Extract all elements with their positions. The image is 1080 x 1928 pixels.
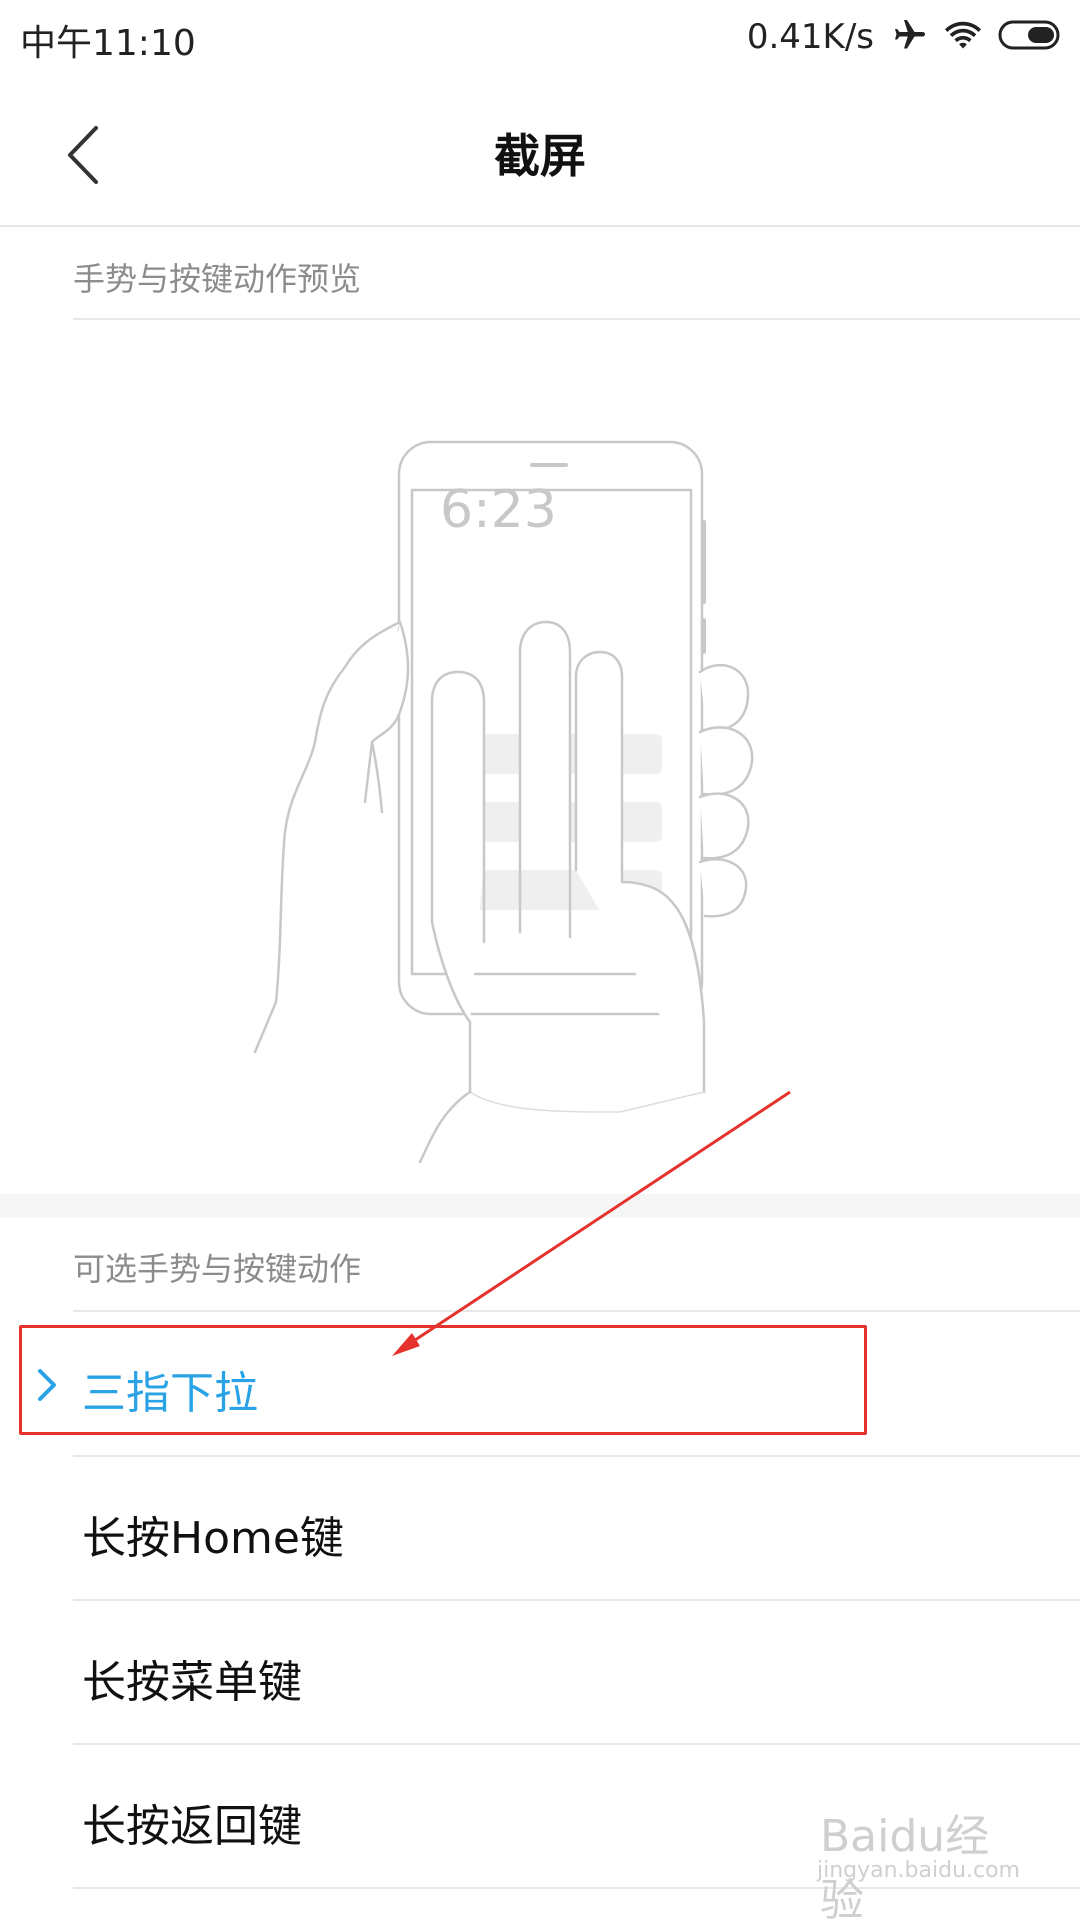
battery-icon xyxy=(998,19,1064,55)
option-label: 长按Home键 xyxy=(82,1513,344,1564)
annotation-highlight-box xyxy=(19,1325,867,1435)
gesture-preview-illustration: 6:23 xyxy=(0,322,1080,1194)
divider xyxy=(73,318,1080,320)
divider xyxy=(73,1310,1080,1312)
status-time: 中午11:10 xyxy=(20,23,196,64)
watermark-bottom: jingyan.baidu.com xyxy=(816,1858,1020,1883)
options-section-header: 可选手势与按键动作 xyxy=(73,1250,362,1288)
divider xyxy=(73,1599,1080,1601)
divider xyxy=(73,1455,1080,1457)
status-bar: 中午11:10 0.41K/s xyxy=(0,0,1080,80)
option-label: 长按菜单键 xyxy=(82,1657,302,1708)
watermark-logo: Baidu经验 jingyan.baidu.com xyxy=(816,1800,1020,1926)
divider xyxy=(73,1743,1080,1745)
app-bar: 截屏 xyxy=(0,80,1080,227)
phone-clock: 6:23 xyxy=(440,480,557,540)
page-title: 截屏 xyxy=(494,129,586,183)
option-label: 长按返回键 xyxy=(82,1801,302,1852)
left-hand xyxy=(253,620,402,1054)
section-gap xyxy=(0,1194,1080,1218)
network-speed: 0.41K/s xyxy=(746,17,874,57)
wifi-icon xyxy=(944,19,982,55)
right-grip-fingers xyxy=(698,663,750,732)
status-icons: 0.41K/s xyxy=(747,12,1080,62)
option-long-press-menu[interactable]: 长按菜单键 xyxy=(0,1602,1080,1746)
airplane-icon xyxy=(892,17,928,57)
option-long-press-home[interactable]: 长按Home键 xyxy=(0,1458,1080,1602)
preview-section-header: 手势与按键动作预览 xyxy=(73,260,362,298)
